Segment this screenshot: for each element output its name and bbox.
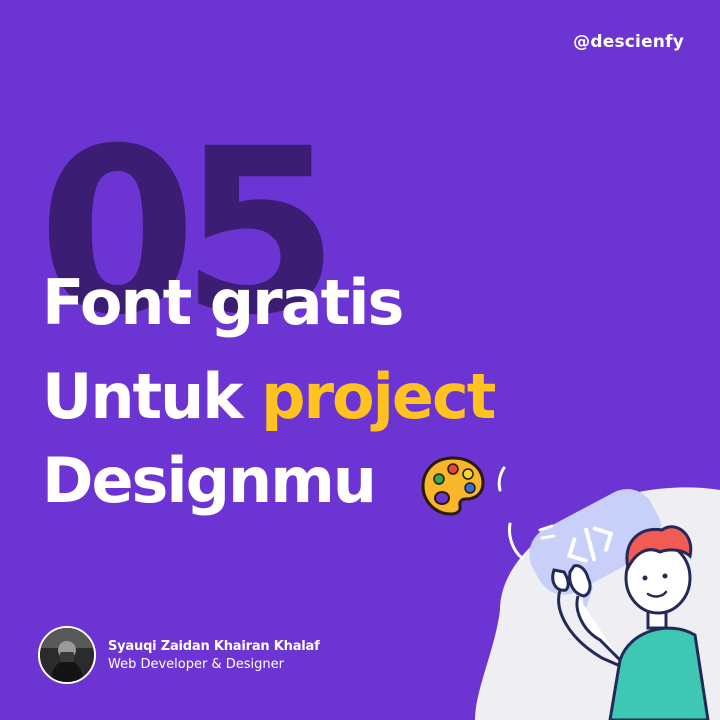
author-name: Syauqi Zaidan Khairan Khalaf — [108, 638, 320, 654]
instagram-post: @descienfy 05 Font gratis Untuk project … — [0, 0, 720, 720]
headline-line-1: Font gratis — [42, 266, 404, 339]
profile-text: Syauqi Zaidan Khairan Khalaf Web Develop… — [108, 639, 320, 672]
headline-accent-word: project — [261, 360, 496, 433]
headline-line-2: Untuk project — [42, 366, 496, 428]
author-role: Web Developer & Designer — [108, 656, 284, 672]
headline-plain-word: Untuk — [42, 360, 243, 433]
account-handle[interactable]: @descienfy — [573, 32, 684, 52]
developer-illustration — [475, 466, 720, 720]
headline-line-3: Designmu — [42, 444, 377, 517]
author-profile: Syauqi Zaidan Khairan Khalaf Web Develop… — [38, 626, 320, 684]
avatar[interactable] — [38, 626, 96, 684]
